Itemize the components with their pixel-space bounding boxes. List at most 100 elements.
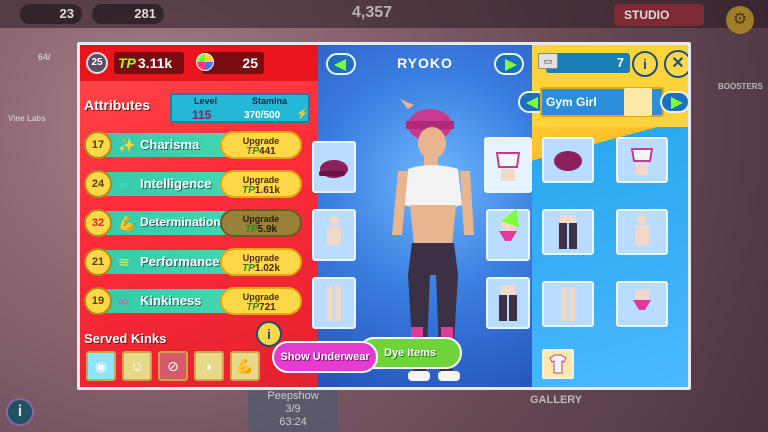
upgrade-cost: TP1.02k (242, 263, 280, 274)
wardrobe-body-slot[interactable] (616, 209, 668, 255)
shirt-icon (549, 354, 567, 374)
bg-info-icon: i (6, 398, 34, 426)
item-slot-hat[interactable] (312, 141, 356, 193)
outfit-thumbnail (624, 88, 652, 116)
item-slot-legs-body[interactable] (312, 277, 356, 329)
wardrobe-legs-slot[interactable] (542, 281, 594, 327)
bg-peepshow-label: Peepshow (267, 390, 319, 402)
wardrobe-panel: 7 ▭ i ✕ Gym Girl (518, 45, 688, 387)
bg-hearts: 64/ (38, 52, 51, 62)
bg-peepshow-time: 63:24 (279, 416, 307, 428)
ticket-count: 7 (546, 53, 630, 73)
tp-value: 3.11k (137, 55, 173, 71)
blocked-kink-icon[interactable]: ⊘ (158, 351, 188, 381)
level-stamina-box: Level 115 Stamina 370/500 ⚡ (170, 93, 310, 123)
cap-icon (554, 151, 582, 171)
level-label: Level (194, 96, 218, 106)
bg-peepshow: Peepshow 3/9 63:24 (248, 386, 338, 432)
wave-icon: ≋ (118, 254, 130, 270)
attribute-name: Determination (140, 215, 221, 229)
muscle-kink-icon[interactable]: 💪 (230, 351, 260, 381)
attribute-level: 24 (84, 170, 112, 198)
item-slot-top-body[interactable] (312, 209, 356, 261)
bg-studio-button: STUDIO (614, 4, 704, 26)
wardrobe-top-slot[interactable] (616, 137, 668, 183)
character-view: RYOKO Dye Items (312, 45, 532, 387)
next-character-button[interactable] (494, 53, 524, 75)
attributes-panel: 25 TP 3.11k 25 Attributes Level 115 Stami… (80, 45, 318, 387)
wig-kink-icon[interactable]: ◉ (86, 351, 116, 381)
attribute-name: Kinkiness (140, 293, 202, 308)
item-slot-pants[interactable] (486, 277, 530, 329)
attribute-row-intelligence: 24 ▰ Intelligence Upgrade TP1.61k (84, 168, 302, 200)
wardrobe-bottom-slot[interactable] (616, 281, 668, 327)
attribute-row-determination: 32 💪 Determination Upgrade TP5.9k (84, 207, 302, 239)
character-modal: 25 TP 3.11k 25 Attributes Level 115 Stami… (77, 42, 691, 390)
cuffs-icon: ∞ (118, 293, 128, 309)
body-legs-icon (561, 287, 575, 321)
bg-boosters-label: BOOSTERS (718, 82, 763, 91)
cap-icon (319, 160, 348, 178)
served-kinks-title: Served Kinks (84, 331, 167, 346)
leggings-icon (499, 285, 517, 321)
attribute-level: 21 (84, 248, 112, 276)
tp-label: TP (118, 55, 136, 71)
upgrade-label: Upgrade (242, 136, 280, 146)
upgrade-cost: TP1.61k (242, 185, 280, 196)
upgrade-cost: TP441 (246, 146, 276, 157)
upgrade-button-kinkiness[interactable]: Upgrade TP721 (220, 287, 302, 315)
sparkle-icon: ✨ (118, 137, 136, 153)
upgrade-button-intelligence[interactable]: Upgrade TP1.61k (220, 170, 302, 198)
upgrade-label: Upgrade (242, 214, 280, 224)
wardrobe-pants-slot[interactable] (542, 209, 594, 255)
outfit-preview-thumb[interactable] (542, 349, 574, 379)
bg-gallery-label: GALLERY (530, 394, 583, 406)
upgrade-button-charisma[interactable]: Upgrade TP441 (220, 131, 302, 159)
player-level-badge: 25 (86, 52, 108, 74)
upgrade-cost: TP5.9k (244, 224, 278, 235)
item-slot-top[interactable] (484, 137, 532, 193)
upgrade-button-determination[interactable]: Upgrade TP5.9k (220, 209, 302, 237)
book-icon: ▰ (118, 176, 129, 192)
mask-kink-icon[interactable]: ☺ (122, 351, 152, 381)
muscle-icon: 💪 (118, 215, 136, 231)
upgrade-label: Upgrade (242, 253, 280, 263)
tp-balance: TP 3.11k (114, 52, 184, 74)
bg-score: 4,357 (352, 4, 393, 21)
attribute-row-charisma: 17 ✨ Charisma Upgrade TP441 (84, 129, 302, 161)
coin-value: 25 (242, 55, 258, 71)
body-legs-icon (327, 285, 341, 321)
attribute-name: Charisma (140, 137, 200, 152)
upgrade-label: Upgrade (242, 175, 280, 185)
attribute-level: 32 (84, 209, 112, 237)
leggings-icon (559, 215, 577, 249)
attribute-level: 19 (84, 287, 112, 315)
upgrade-cost: TP721 (246, 302, 276, 313)
outfit-name: Gym Girl (546, 95, 597, 109)
info-button[interactable]: i (632, 51, 658, 77)
bg-peepshow-progress: 3/9 (285, 403, 301, 415)
coin-icon (196, 53, 214, 71)
lightning-icon: ⚡ (296, 109, 309, 120)
attribute-name: Performance (140, 254, 220, 269)
upgrade-button-performance[interactable]: Upgrade TP1.02k (220, 248, 302, 276)
show-underwear-button[interactable]: Show Underwear (272, 341, 378, 373)
close-button[interactable]: ✕ (664, 50, 688, 78)
body-top-icon (327, 216, 341, 245)
bg-side-label-left: Vine Labs (8, 114, 46, 123)
upgrade-label: Upgrade (242, 292, 280, 302)
attribute-row-kinkiness: 19 ∞ Kinkiness Upgrade TP721 (84, 285, 302, 317)
level-value: 115 (192, 108, 212, 122)
body-top-icon (635, 214, 649, 245)
wardrobe-hat-slot[interactable] (542, 137, 594, 183)
attribute-level: 17 (84, 131, 112, 159)
attribute-name: Intelligence (140, 176, 212, 191)
sports-bra-icon (630, 148, 654, 175)
foot-kink-icon[interactable]: ◗ (194, 351, 224, 381)
bg-resource-chip-1: 23 (20, 4, 82, 24)
ticket-icon: ▭ (538, 53, 558, 69)
attribute-row-performance: 21 ≋ Performance Upgrade TP1.02k (84, 246, 302, 278)
bg-resource-chip-2: 281 (92, 4, 164, 24)
next-outfit-button[interactable] (660, 91, 688, 113)
stamina-value: 370/500 (244, 110, 281, 121)
